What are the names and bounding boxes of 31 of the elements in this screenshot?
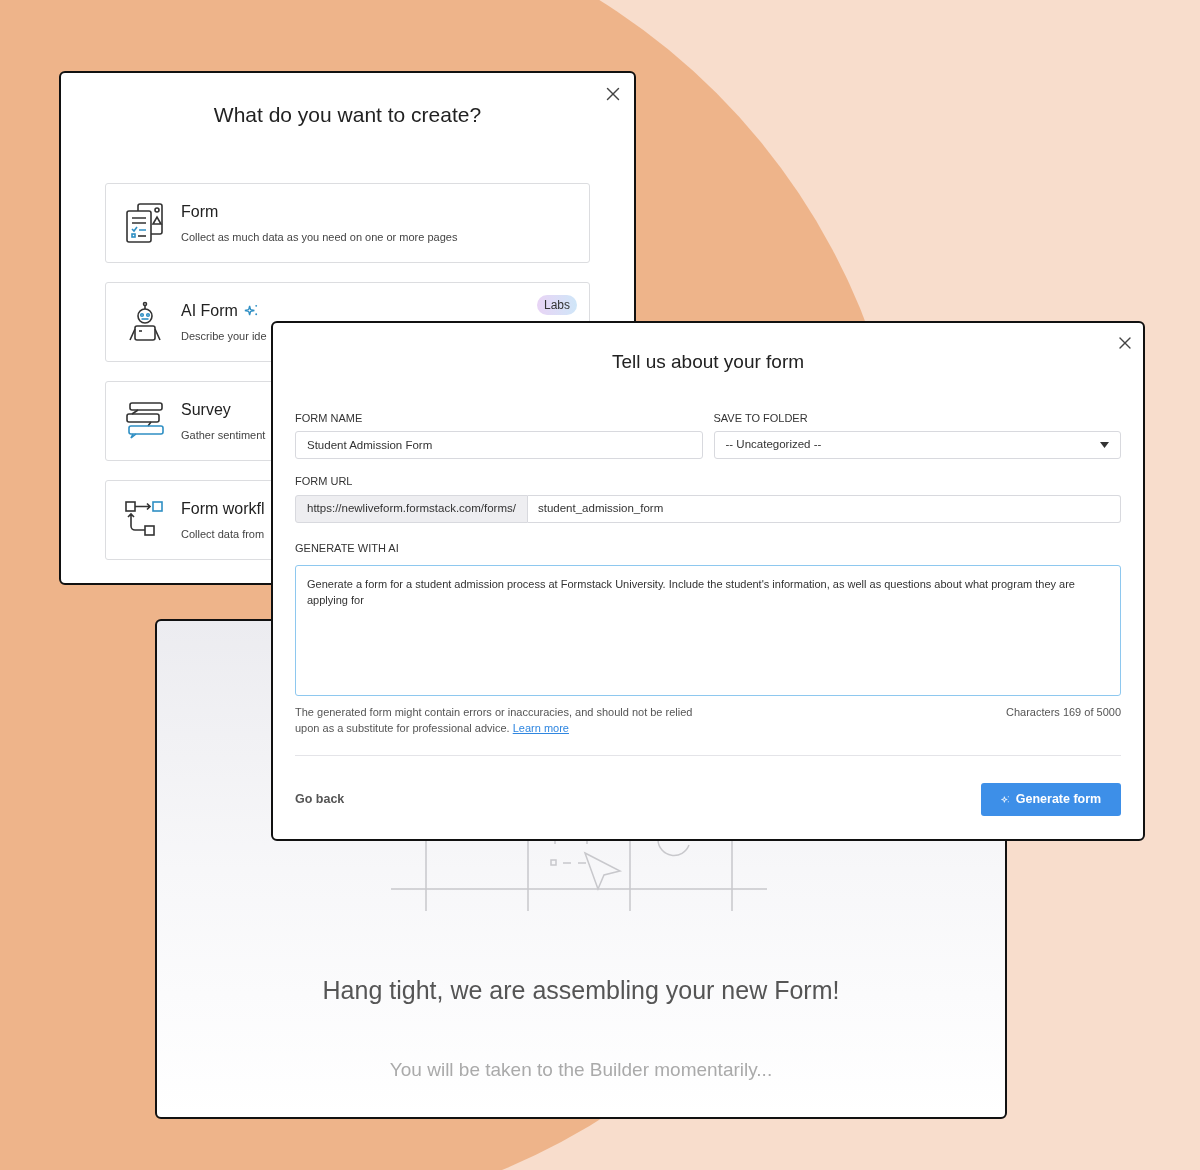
option-title: AI Form bbox=[181, 300, 238, 321]
form-name-input[interactable]: Student Admission Form bbox=[295, 431, 703, 459]
dialog-title: Tell us about your form bbox=[611, 350, 805, 374]
dialog-title: What do you want to create? bbox=[213, 102, 482, 128]
option-title: Survey bbox=[181, 399, 231, 420]
field-label: GENERATE WITH AI bbox=[295, 540, 400, 556]
field-label: SAVE TO FOLDER bbox=[713, 410, 809, 426]
go-back-button[interactable]: Go back bbox=[295, 790, 345, 809]
field-label: FORM URL bbox=[295, 474, 354, 489]
option-description: Describe your ide bbox=[181, 328, 267, 344]
option-description: Gather sentiment bbox=[181, 427, 266, 443]
url-prefix: https://newliveform.formstack.com/forms/ bbox=[295, 494, 528, 523]
folder-select[interactable]: -- Uncategorized -- bbox=[713, 431, 1121, 459]
option-title: Form workfl bbox=[181, 498, 265, 519]
option-description: Collect data from bbox=[181, 526, 265, 542]
ai-disclaimer: The generated form might contain errors or inaccuracies, and should not be relied upon as a substitute for professional advice. Learn more bbox=[295, 705, 694, 736]
chat-bubbles-icon bbox=[124, 399, 166, 442]
option-description: Collect as much data as you need on one or more pages bbox=[181, 229, 458, 245]
option-card[interactable]: Form Collect as much data as you need on one or more pages bbox=[105, 182, 590, 263]
learn-more-link[interactable]: Learn more bbox=[512, 722, 569, 734]
loading-subtitle: You will be taken to the Builder momentarily... bbox=[389, 1057, 773, 1082]
sparkle-icon bbox=[1000, 795, 1010, 804]
option-title: Form bbox=[181, 201, 219, 222]
ai-prompt-textarea[interactable]: Generate a form for a student admission process at Formstack University. Include the student's information, as well as questions about what program they are applying for bbox=[295, 565, 1121, 696]
form-document-icon bbox=[124, 201, 166, 244]
dropdown-caret-icon bbox=[1100, 442, 1109, 448]
labs-badge: Labs bbox=[536, 294, 577, 315]
character-counter: Characters 169 of 5000 bbox=[1006, 705, 1121, 720]
form-url-input[interactable]: student_admission_form bbox=[527, 494, 1121, 523]
loading-title: Hang tight, we are assembling your new Form! bbox=[322, 975, 840, 1006]
field-label: FORM NAME bbox=[295, 410, 364, 426]
